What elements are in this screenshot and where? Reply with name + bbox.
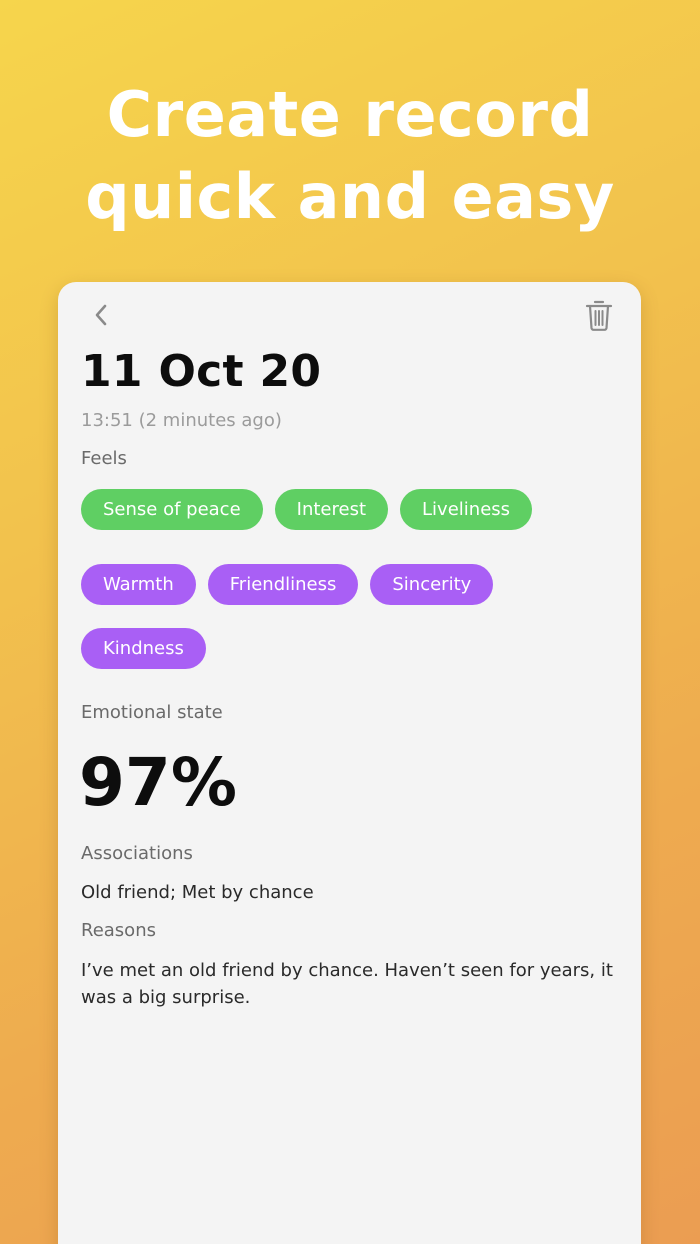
record-card: 11 Oct 20 13:51 (2 minutes ago) Feels Se… (58, 282, 641, 1244)
feel-chip[interactable]: Interest (274, 489, 389, 530)
record-time: 13:51 (2 minutes ago) (81, 410, 282, 431)
chevron-left-icon[interactable] (88, 302, 114, 328)
headline-line-2: quick and easy (85, 160, 615, 233)
feel-chip[interactable]: Warmth (81, 564, 196, 605)
feel-chip[interactable]: Friendliness (207, 564, 359, 605)
feel-chip[interactable]: Sense of peace (81, 489, 263, 530)
feels-row-purple-2: Kindness (81, 628, 206, 669)
associations-label: Associations (81, 843, 193, 864)
reasons-value: I’ve met an old friend by chance. Haven’… (81, 960, 613, 1008)
feels-row-purple-1: Warmth Friendliness Sincerity (81, 564, 494, 605)
headline-line-1: Create record (106, 78, 594, 151)
feel-chip[interactable]: Liveliness (400, 489, 533, 530)
record-date: 11 Oct 20 (81, 346, 322, 397)
feel-chip[interactable]: Sincerity (370, 564, 494, 605)
feel-chip[interactable]: Kindness (81, 628, 206, 669)
emotional-state-value: 97% (79, 744, 237, 821)
reasons-label: Reasons (81, 920, 156, 941)
emotional-state-label: Emotional state (81, 702, 223, 723)
trash-icon[interactable] (585, 299, 613, 331)
feels-row-green: Sense of peace Interest Liveliness (81, 489, 533, 530)
feels-label: Feels (81, 448, 127, 469)
associations-value: Old friend; Met by chance (81, 882, 314, 903)
promo-headline: Create record quick and easy (0, 74, 700, 238)
